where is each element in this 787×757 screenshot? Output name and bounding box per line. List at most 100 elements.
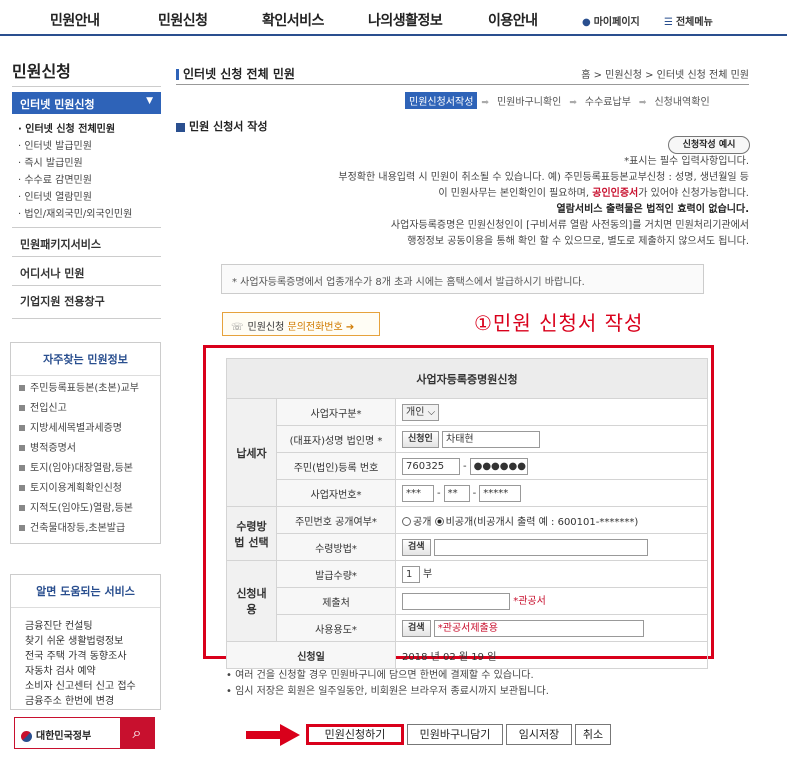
freq-item[interactable]: 전입신고	[19, 399, 67, 414]
sidebar-subitem-all[interactable]: · 인터넷 신청 전체민원	[18, 120, 115, 135]
step-history: 신청내역확인	[654, 97, 710, 108]
sidebar-title: 민원신청	[12, 62, 71, 81]
info-box: * 사업자등록증명에서 업종개수가 8개 초과 시에는 홈택스에서 발급하시기 …	[221, 264, 704, 294]
sidebar-item-anywhere[interactable]: 어디서나 민원	[20, 265, 85, 281]
purpose-input[interactable]: *관공서제출용	[433, 619, 644, 637]
bullet-icon	[19, 525, 25, 531]
divider	[12, 318, 161, 319]
disclose-public-radio[interactable]	[402, 517, 411, 526]
rrn-back-input[interactable]: ●●●●●●	[469, 457, 528, 475]
sidebar-subitem-corp[interactable]: · 법인/재외국민/외국인민원	[18, 205, 132, 220]
section-title: 민원 신청서 작성	[176, 118, 268, 134]
arrow-right-icon: ➡	[481, 98, 489, 108]
disclose-private-radio[interactable]	[434, 517, 444, 526]
step-annotation: ①민원 신청서 작성	[474, 311, 644, 335]
group-receive: 수령방법 선택	[226, 506, 277, 561]
nav-menu-usage[interactable]: 이용안내	[488, 10, 538, 30]
breadcrumb: 홈 > 민원신청 > 인터넷 신청 전체 민원	[581, 70, 749, 81]
sidebar-subitem-fee-reduce[interactable]: · 수수료 감면민원	[18, 171, 92, 186]
biz-no-1-input[interactable]: ***	[402, 484, 434, 502]
label-submit-to: 제출처	[276, 587, 396, 615]
arrow-right-icon: ➡	[569, 98, 577, 108]
freq-item[interactable]: 지적도(임야도)열람,등본	[19, 499, 133, 514]
application-form: 사업자등록증명원신청 납세자 사업자구분* 개인 ⌵ (대표자)성명 법인명 *…	[226, 358, 708, 669]
label-disclose: 주민번호 공개여부*	[276, 506, 396, 534]
arrow-right-icon: ➡	[638, 98, 647, 108]
helpful-services-title: 알면 도움되는 서비스	[11, 575, 160, 608]
bullet-icon	[19, 505, 25, 511]
count-input[interactable]: 1	[402, 565, 420, 583]
biz-no-2-input[interactable]: **	[443, 484, 470, 502]
biz-type-select[interactable]: 개인 ⌵	[402, 403, 440, 421]
nav-menu-guide[interactable]: 민원안내	[50, 10, 100, 30]
sidebar-subitem-instant[interactable]: · 즉시 발급민원	[18, 154, 83, 169]
divider	[12, 285, 161, 286]
applicant-button[interactable]: 신청인	[402, 430, 439, 448]
help-item[interactable]: 전국 주택 가격 동향조사	[25, 647, 127, 662]
gov-logo: 대한민국정부	[21, 727, 91, 742]
receive-method-input[interactable]	[433, 538, 648, 556]
bullet-icon	[19, 465, 25, 471]
user-icon: ●	[582, 17, 591, 28]
date-value: 2018 년 02 월 19 일	[395, 641, 708, 669]
notice-text: *표시는 필수 입력사항입니다. 부정확한 내용입력 시 민원이 취소될 수 있…	[338, 156, 749, 247]
help-item[interactable]: 금융주소 한번에 변경	[25, 692, 114, 707]
sidebar-subitem-issue[interactable]: · 인터넷 발급민원	[18, 137, 92, 152]
group-apply: 신청내용	[226, 560, 277, 642]
freq-item[interactable]: 토지(임야)대장열람,등본	[19, 459, 133, 474]
rrn-front-input[interactable]: 760325	[402, 457, 460, 475]
submit-application-button[interactable]: 민원신청하기	[306, 724, 404, 745]
submit-to-input[interactable]	[402, 592, 510, 610]
help-item[interactable]: 찾기 쉬운 생활법령정보	[25, 632, 123, 647]
label-date: 신청일	[226, 641, 396, 669]
name-input[interactable]: 차태현	[442, 430, 541, 448]
label-receive: 수령방법*	[276, 533, 396, 561]
nav-menu-verify[interactable]: 확인서비스	[262, 10, 324, 30]
freq-item[interactable]: 지방세세목별과세증명	[19, 419, 122, 434]
frequent-services-box: 자주찾는 민원정보 주민등록표등본(초본)교부 전입신고 지방세세목별과세증명 …	[10, 342, 161, 544]
freq-item[interactable]: 주민등록표등본(초본)교부	[19, 379, 139, 394]
top-navigation: 민원안내 민원신청 확인서비스 나의생활정보 이용안내 ● 마이페이지 ☰ 전체메뉴	[0, 0, 787, 36]
bullet-icon	[19, 405, 25, 411]
label-rrn: 주민(법인)등록 번호	[276, 452, 396, 480]
temp-save-button[interactable]: 임시저장	[506, 724, 572, 745]
page-title: 인터넷 신청 전체 민원	[176, 65, 295, 82]
sidebar-item-internet-apply[interactable]: 인터넷 민원신청 ▼	[12, 92, 161, 114]
help-item[interactable]: 소비자 신고센터 신고 접수	[25, 677, 136, 692]
freq-item[interactable]: 토지이용계획확인신청	[19, 479, 122, 494]
mypage-link[interactable]: ● 마이페이지	[582, 13, 640, 28]
help-item[interactable]: 금융진단 컨설팅	[25, 617, 93, 632]
contact-button[interactable]: ☏ 민원신청 문의전화번호 ➔	[222, 312, 380, 336]
sidebar-subitem-view[interactable]: · 인터넷 열람민원	[18, 188, 92, 203]
label-biz-type: 사업자구분*	[276, 398, 396, 426]
bottom-notes: • 여러 건을 신청할 경우 민원바구니에 담으면 한번에 결제할 수 있습니다…	[226, 670, 549, 697]
freq-item[interactable]: 건축물대장등,초본발급	[19, 519, 125, 534]
section-marker	[176, 122, 185, 132]
arrow-right-icon	[246, 724, 300, 746]
chevron-down-icon: ⌵	[427, 406, 436, 418]
receive-search-button[interactable]: 검색	[402, 538, 431, 556]
sidebar-item-business[interactable]: 기업지원 전용창구	[20, 293, 105, 309]
government-search: 대한민국정부 ⌕	[14, 717, 155, 749]
bullet-icon	[19, 445, 25, 451]
bullet-icon	[19, 425, 25, 431]
chevron-down-icon: ▼	[146, 96, 153, 106]
step-fee: 수수료납부	[584, 97, 631, 108]
add-to-basket-button[interactable]: 민원바구니담기	[407, 724, 503, 745]
example-button[interactable]: 신청작성 예시	[668, 136, 750, 154]
purpose-search-button[interactable]: 검색	[402, 619, 431, 637]
cancel-button[interactable]: 취소	[575, 724, 611, 745]
bullet-icon	[19, 385, 25, 391]
label-biz-no: 사업자번호*	[276, 479, 396, 507]
help-item[interactable]: 자동차 검사 예약	[25, 662, 96, 677]
divider	[12, 227, 161, 228]
freq-item[interactable]: 병적증명서	[19, 439, 76, 454]
divider	[12, 86, 161, 87]
biz-no-3-input[interactable]: *****	[479, 484, 522, 502]
search-icon[interactable]: ⌕	[120, 718, 154, 748]
title-marker	[176, 69, 179, 80]
all-menu-link[interactable]: ☰ 전체메뉴	[664, 13, 713, 28]
nav-menu-life-info[interactable]: 나의생활정보	[368, 10, 443, 30]
nav-menu-apply[interactable]: 민원신청	[158, 10, 208, 30]
sidebar-item-package[interactable]: 민원패키지서비스	[20, 236, 101, 252]
